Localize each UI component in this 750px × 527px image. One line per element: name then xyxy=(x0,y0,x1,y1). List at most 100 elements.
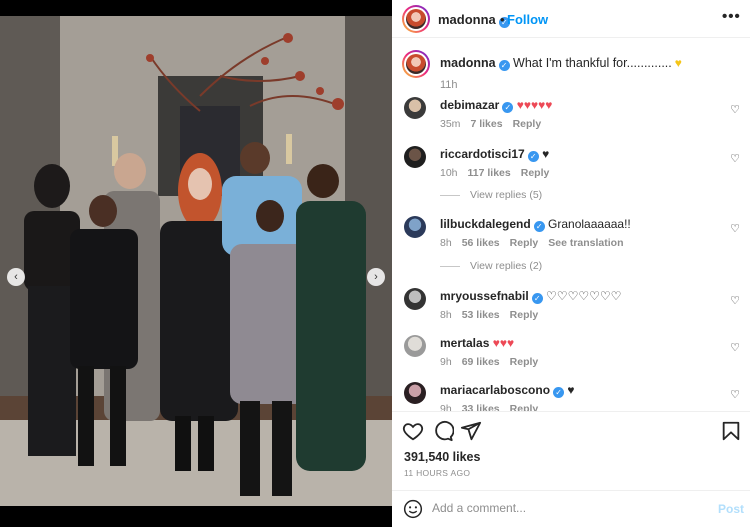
emoji-icon[interactable] xyxy=(403,499,423,519)
post-header: madonna ✓ • Follow ••• xyxy=(392,0,750,38)
commenter-username[interactable]: debimazar xyxy=(440,98,499,112)
verified-icon: ✓ xyxy=(531,293,543,304)
comment-like-icon[interactable]: ♡ xyxy=(730,341,740,354)
comment-item: mariacarlabosсono ✓ ♥ 9h 33 likes Reply ♡ xyxy=(404,382,740,411)
comment-hearts: ♥♥♥ xyxy=(492,336,515,350)
comment-meta: 10h 117 likes Reply xyxy=(440,167,559,179)
caption-avatar[interactable] xyxy=(402,50,430,78)
view-replies-button[interactable]: View replies (5) xyxy=(440,189,542,201)
comment-like-icon[interactable]: ♡ xyxy=(730,103,740,116)
verified-icon: ✓ xyxy=(502,102,514,113)
comment-likes[interactable]: 33 likes xyxy=(462,403,500,411)
comments-scroll-area[interactable]: madonna ✓ What I'm thankful for..........… xyxy=(392,39,750,411)
comment-hearts: ♥ xyxy=(567,383,575,397)
see-translation-button[interactable]: See translation xyxy=(548,237,623,249)
commenter-avatar[interactable] xyxy=(404,335,426,357)
author-username-text[interactable]: madonna xyxy=(438,12,496,27)
comment-text: mariacarlabosсono ✓ ♥ xyxy=(440,383,575,398)
view-replies-label[interactable]: View replies (2) xyxy=(470,260,542,272)
verified-icon: ✓ xyxy=(527,151,539,162)
reply-button[interactable]: Reply xyxy=(510,237,539,249)
comment-meta: 8h 53 likes Reply xyxy=(440,309,548,321)
post-timestamp: 11 HOURS AGO xyxy=(404,468,471,478)
comment-item: debimazar ✓ ♥♥♥♥♥ 35m 7 likes Reply ♡ xyxy=(404,97,740,131)
commenter-avatar[interactable] xyxy=(404,97,426,119)
next-photo-button[interactable]: › xyxy=(367,268,385,286)
comment-item: mryoussefnabil ✓ ♡♡♡♡♡♡♡ 8h 53 likes Reply … xyxy=(404,288,740,322)
comment-hearts: ♥ xyxy=(542,147,550,161)
post-side-panel: madonna ✓ • Follow ••• madonna ✓ What I'm … xyxy=(392,0,750,527)
commenter-avatar[interactable] xyxy=(404,382,426,404)
comment-meta: 35m 7 likes Reply xyxy=(440,118,551,130)
like-heart-icon[interactable] xyxy=(402,420,424,442)
add-comment-input[interactable] xyxy=(432,501,702,515)
view-replies-button[interactable]: View replies (2) xyxy=(440,260,542,272)
caption-text: madonna ✓ What I'm thankful for..........… xyxy=(440,56,682,71)
comment-likes[interactable]: 7 likes xyxy=(470,118,502,130)
post-photo[interactable]: ‹ › xyxy=(0,16,392,506)
reply-button[interactable]: Reply xyxy=(521,167,550,179)
comment-body: Granolaaaaaa!! xyxy=(548,217,631,231)
commenter-username[interactable]: lilbuckdalegend xyxy=(440,217,531,231)
commenter-username[interactable]: mariacarlabosсono xyxy=(440,383,550,397)
caption-username[interactable]: madonna xyxy=(440,56,496,70)
verified-icon: ✓ xyxy=(533,221,545,232)
comment-meta: 9h 69 likes Reply xyxy=(440,356,548,368)
commenter-username[interactable]: mryoussefnabil xyxy=(440,289,529,303)
comment-text: debimazar ✓ ♥♥♥♥♥ xyxy=(440,98,552,113)
commenter-username[interactable]: mertalas xyxy=(440,336,489,350)
share-icon[interactable] xyxy=(460,420,482,442)
commenter-avatar[interactable] xyxy=(404,216,426,238)
post-actions: 391,540 likes 11 HOURS AGO xyxy=(392,411,750,481)
comment-item: riccardotisci17 ✓ ♥ 10h 117 likes Reply ♡ xyxy=(404,146,740,180)
comment-hearts: ♡♡♡♡♡♡♡ xyxy=(546,289,622,303)
comment-text: lilbuckdalegend ✓ Granolaaaaaa!! xyxy=(440,217,631,232)
comment-text: mertalas ♥♥♥ xyxy=(440,336,514,350)
comment-like-icon[interactable]: ♡ xyxy=(730,152,740,165)
verified-icon: ✓ xyxy=(498,60,510,71)
comment-likes[interactable]: 117 likes xyxy=(468,167,511,179)
reply-button[interactable]: Reply xyxy=(510,403,539,411)
yellow-heart-icon: ♥ xyxy=(674,56,682,70)
verified-icon: ✓ xyxy=(553,387,565,398)
likes-count[interactable]: 391,540 likes xyxy=(404,450,480,464)
comment-time: 9h xyxy=(440,403,452,411)
header-separator: • xyxy=(500,12,505,27)
group-photo-image xyxy=(0,16,392,506)
post-caption: madonna ✓ What I'm thankful for..........… xyxy=(402,50,742,91)
comment-likes[interactable]: 53 likes xyxy=(462,309,500,321)
view-replies-label[interactable]: View replies (5) xyxy=(470,189,542,201)
more-options-icon[interactable]: ••• xyxy=(722,8,741,25)
comment-hearts: ♥♥♥♥♥ xyxy=(516,98,553,112)
save-bookmark-icon[interactable] xyxy=(720,420,742,442)
comment-meta: 9h 33 likes Reply xyxy=(440,403,548,411)
commenter-avatar[interactable] xyxy=(404,288,426,310)
reply-button[interactable]: Reply xyxy=(510,309,539,321)
post-modal: ‹ › madonna ✓ • Follow ••• madonna ✓ What … xyxy=(0,0,750,527)
comment-icon[interactable] xyxy=(432,420,454,442)
comment-likes[interactable]: 56 likes xyxy=(462,237,500,249)
comment-time: 8h xyxy=(440,237,452,249)
author-avatar[interactable] xyxy=(402,5,430,33)
comment-like-icon[interactable]: ♡ xyxy=(730,388,740,401)
comment-meta: 8h 56 likes Reply See translation xyxy=(440,237,634,249)
caption-body: What I'm thankful for............. xyxy=(513,56,672,70)
post-comment-button[interactable]: Post xyxy=(718,502,744,516)
previous-photo-button[interactable]: ‹ xyxy=(7,268,25,286)
comment-time: 9h xyxy=(440,356,452,368)
reply-button[interactable]: Reply xyxy=(513,118,542,130)
comment-time: 35m xyxy=(440,118,461,130)
comment-text: mryoussefnabil ✓ ♡♡♡♡♡♡♡ xyxy=(440,289,621,304)
commenter-username[interactable]: riccardotisci17 xyxy=(440,147,525,161)
follow-button[interactable]: Follow xyxy=(507,12,548,27)
comment-item: lilbuckdalegend ✓ Granolaaaaaa!! 8h 56 lik… xyxy=(404,216,740,250)
comment-like-icon[interactable]: ♡ xyxy=(730,222,740,235)
reply-button[interactable]: Reply xyxy=(510,356,539,368)
commenter-avatar[interactable] xyxy=(404,146,426,168)
comment-time: 8h xyxy=(440,309,452,321)
comment-like-icon[interactable]: ♡ xyxy=(730,294,740,307)
add-comment-bar: Post xyxy=(392,490,750,527)
comment-likes[interactable]: 69 likes xyxy=(462,356,500,368)
comment-time: 10h xyxy=(440,167,458,179)
comment-item: mertalas ♥♥♥ 9h 69 likes Reply ♡ xyxy=(404,335,740,369)
